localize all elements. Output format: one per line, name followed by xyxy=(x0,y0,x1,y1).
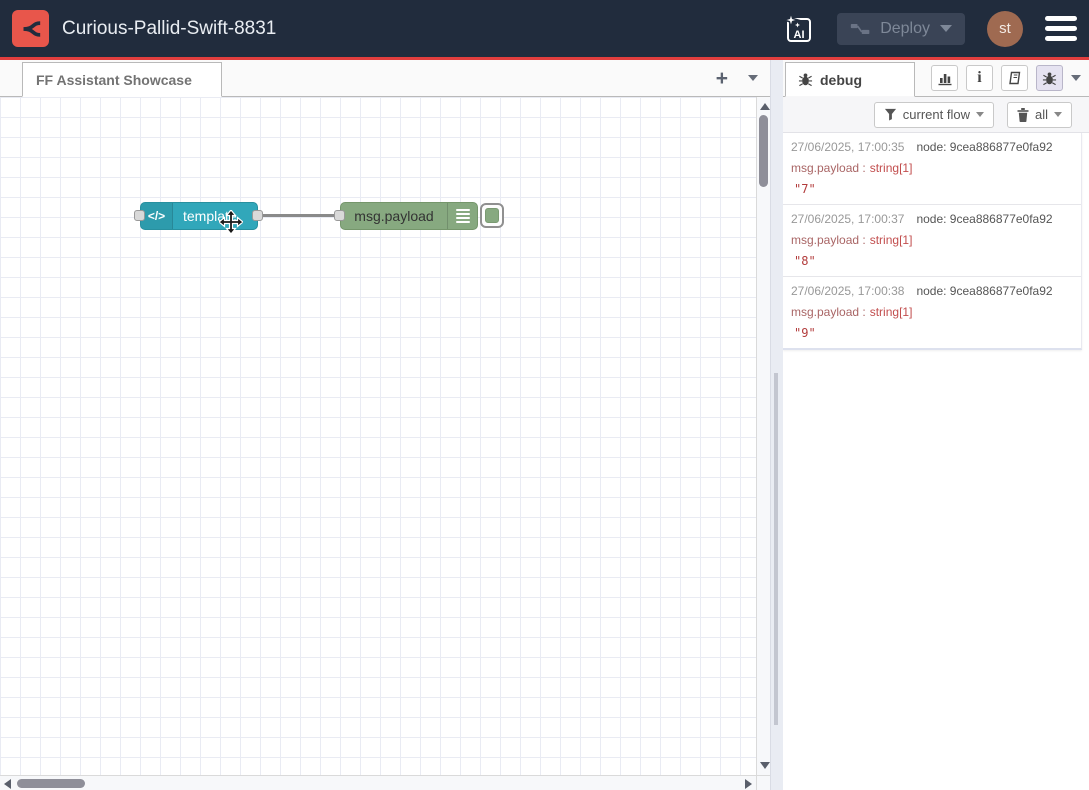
avatar[interactable]: st xyxy=(987,11,1023,47)
header: Curious-Pallid-Swift-8831 AI Deploy st xyxy=(0,0,1089,57)
debug-message: 27/06/2025, 17:00:35 node: 9cea886877e0f… xyxy=(783,133,1081,205)
trash-icon xyxy=(1017,108,1029,122)
node-debug[interactable]: msg.payload xyxy=(340,202,478,230)
flowfuse-logo-icon xyxy=(12,10,49,47)
help-button[interactable] xyxy=(1001,65,1028,91)
sidebar-tabbar: debug i xyxy=(783,60,1089,97)
debug-clear-button[interactable]: all xyxy=(1007,102,1072,128)
add-flow-button[interactable]: + xyxy=(716,68,728,89)
message-meta[interactable]: msg.payload :string[1] xyxy=(791,305,1073,319)
debug-toolbar: current flow all xyxy=(783,97,1089,133)
debug-messages-button[interactable] xyxy=(1036,65,1063,91)
vertical-scroll-thumb[interactable] xyxy=(759,115,768,187)
bug-icon xyxy=(798,72,813,87)
canvas-vertical-scrollbar xyxy=(756,97,770,775)
scroll-right-arrow[interactable] xyxy=(745,779,752,789)
message-timestamp: 27/06/2025, 17:00:38 xyxy=(791,284,904,298)
workspace-tabbar: FF Assistant Showcase + xyxy=(0,60,770,97)
message-value[interactable]: "8" xyxy=(791,254,1073,268)
console-lines-icon xyxy=(447,203,477,229)
scrollbar-corner xyxy=(756,775,770,790)
workspace-area: FF Assistant Showcase + </> template xyxy=(0,60,770,790)
scroll-down-arrow[interactable] xyxy=(760,762,770,769)
info-icon: i xyxy=(977,69,981,87)
deploy-caret-icon[interactable] xyxy=(940,25,952,32)
ai-sparkle-icon: AI xyxy=(781,12,815,46)
flow-list-caret-icon[interactable] xyxy=(748,75,758,81)
filter-caret-icon xyxy=(976,112,984,117)
debug-enable-toggle[interactable] xyxy=(480,203,504,228)
debug-message-list: 27/06/2025, 17:00:35 node: 9cea886877e0f… xyxy=(783,133,1082,350)
debug-message: 27/06/2025, 17:00:37 node: 9cea886877e0f… xyxy=(783,205,1081,277)
code-icon: </> xyxy=(141,203,173,229)
canvas-grid[interactable] xyxy=(0,97,756,775)
wire-template-to-debug[interactable] xyxy=(262,214,341,217)
horizontal-scroll-thumb[interactable] xyxy=(17,779,85,788)
message-node-id: node: 9cea886877e0fa92 xyxy=(916,212,1052,226)
debug-message: 27/06/2025, 17:00:38 node: 9cea886877e0f… xyxy=(783,277,1081,348)
template-output-port[interactable] xyxy=(252,210,263,221)
message-node-id: node: 9cea886877e0fa92 xyxy=(916,284,1052,298)
debug-filter-button[interactable]: current flow xyxy=(874,102,994,128)
sidebar: debug i xyxy=(783,60,1089,790)
message-meta[interactable]: msg.payload :string[1] xyxy=(791,161,1073,175)
canvas-horizontal-scrollbar xyxy=(0,775,756,790)
template-input-port[interactable] xyxy=(134,210,145,221)
message-value[interactable]: "7" xyxy=(791,182,1073,196)
deploy-nodes-icon xyxy=(850,21,870,37)
sidebar-tab-debug[interactable]: debug xyxy=(785,62,915,97)
bug-icon xyxy=(1042,71,1057,86)
message-value[interactable]: "9" xyxy=(791,326,1073,340)
splitter-handle[interactable] xyxy=(774,373,778,725)
node-debug-label: msg.payload xyxy=(341,208,447,224)
main-menu-button[interactable] xyxy=(1045,14,1077,43)
deploy-label: Deploy xyxy=(880,20,930,38)
app-title: Curious-Pallid-Swift-8831 xyxy=(62,18,276,40)
sidebar-splitter[interactable] xyxy=(770,60,783,790)
scroll-up-arrow[interactable] xyxy=(760,103,770,110)
message-node-id: node: 9cea886877e0fa92 xyxy=(916,140,1052,154)
flow-canvas[interactable]: </> template msg.payload xyxy=(0,97,770,790)
clear-caret-icon xyxy=(1054,112,1062,117)
book-icon xyxy=(1007,70,1023,86)
funnel-icon xyxy=(884,108,897,121)
dashboard-button[interactable] xyxy=(931,65,958,91)
debug-input-port[interactable] xyxy=(334,210,345,221)
ai-assistant-button[interactable]: AI xyxy=(781,12,815,46)
scroll-left-arrow[interactable] xyxy=(4,779,11,789)
deploy-button[interactable]: Deploy xyxy=(837,13,965,45)
message-timestamp: 27/06/2025, 17:00:35 xyxy=(791,140,904,154)
sidebar-tabs-caret-icon[interactable] xyxy=(1071,75,1081,81)
svg-text:AI: AI xyxy=(794,29,805,41)
message-meta[interactable]: msg.payload :string[1] xyxy=(791,233,1073,247)
message-timestamp: 27/06/2025, 17:00:37 xyxy=(791,212,904,226)
move-cursor-icon xyxy=(219,210,243,234)
bar-chart-icon xyxy=(937,70,953,86)
info-button[interactable]: i xyxy=(966,65,993,91)
workspace-tab[interactable]: FF Assistant Showcase xyxy=(22,62,222,97)
